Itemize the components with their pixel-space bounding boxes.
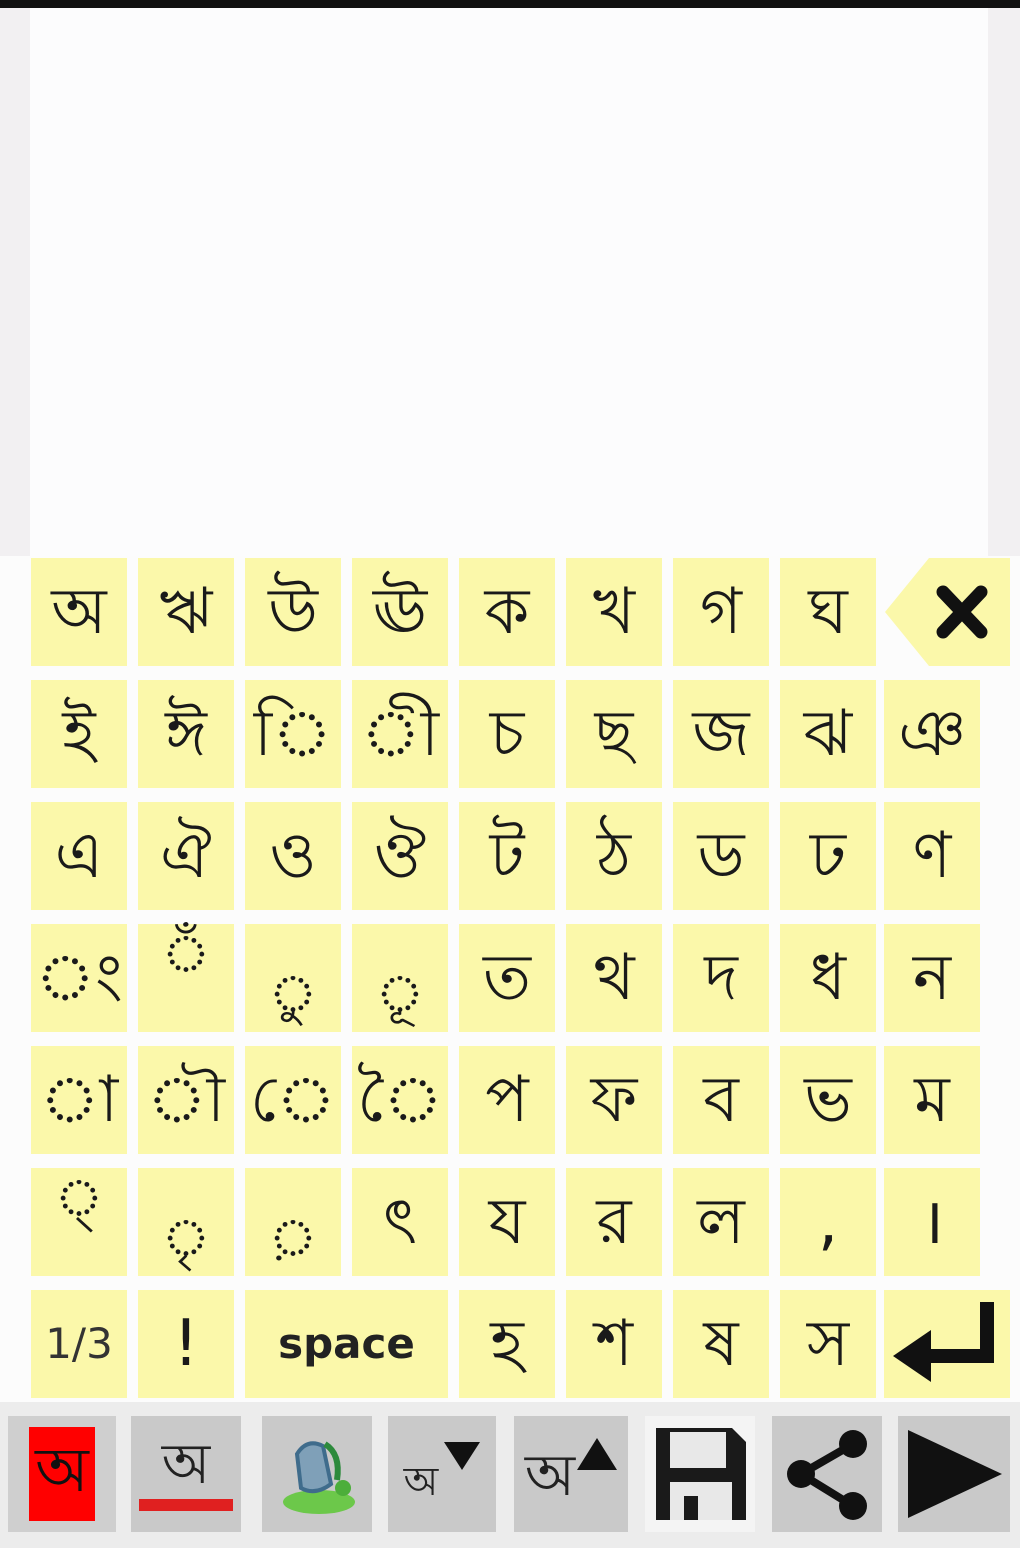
- key[interactable]: থ: [566, 924, 662, 1032]
- key[interactable]: ী: [352, 680, 448, 788]
- key[interactable]: ই: [31, 680, 127, 788]
- text-color-label: অ: [161, 1432, 211, 1497]
- key[interactable]: ঁ: [138, 924, 234, 1032]
- key[interactable]: ং: [31, 924, 127, 1032]
- key[interactable]: ৃ: [138, 1168, 234, 1276]
- key[interactable]: চ: [459, 680, 555, 788]
- bangla-toggle-button[interactable]: অ: [8, 1416, 116, 1532]
- key[interactable]: ট: [459, 802, 555, 910]
- space-key[interactable]: space: [245, 1290, 448, 1398]
- bangla-keyboard: অ ঋ উ ঊ ক খ গ ঘ ই ঈ ি ী চ ছ জ ঝ ঞ এ ঐ ও …: [0, 556, 1020, 1402]
- key[interactable]: শ: [566, 1290, 662, 1398]
- font-size-down-button[interactable]: অ: [388, 1416, 496, 1532]
- key[interactable]: ড: [673, 802, 769, 910]
- key[interactable]: ফ: [566, 1046, 662, 1154]
- key[interactable]: ণ: [884, 802, 980, 910]
- key[interactable]: ম: [884, 1046, 980, 1154]
- key[interactable]: প: [459, 1046, 555, 1154]
- key[interactable]: ূ: [352, 924, 448, 1032]
- key[interactable]: ত: [459, 924, 555, 1032]
- font-size-up-label: অ: [524, 1440, 576, 1509]
- key[interactable]: ু: [245, 924, 341, 1032]
- key[interactable]: ্: [31, 1168, 127, 1276]
- font-size-down-label: অ: [403, 1458, 439, 1505]
- save-icon: [656, 1428, 746, 1520]
- key[interactable]: এ: [31, 802, 127, 910]
- paint-bucket-icon: [283, 1441, 355, 1514]
- key[interactable]: ৎ: [352, 1168, 448, 1276]
- key[interactable]: দ: [673, 924, 769, 1032]
- key[interactable]: ঋ: [138, 558, 234, 666]
- key[interactable]: জ: [673, 680, 769, 788]
- key[interactable]: ধ: [780, 924, 876, 1032]
- backspace-key[interactable]: [885, 558, 1010, 666]
- paint-button[interactable]: [262, 1416, 372, 1532]
- next-button[interactable]: [898, 1416, 1010, 1532]
- bangla-toggle-label: অ: [29, 1427, 95, 1521]
- key[interactable]: হ: [459, 1290, 555, 1398]
- key[interactable]: য: [459, 1168, 555, 1276]
- play-arrow-icon: [908, 1430, 1002, 1518]
- key[interactable]: ।: [884, 1168, 980, 1276]
- key[interactable]: ,: [780, 1168, 876, 1276]
- backspace-icon: [885, 558, 1010, 666]
- key[interactable]: ন: [884, 924, 980, 1032]
- key[interactable]: ঐ: [138, 802, 234, 910]
- key[interactable]: উ: [245, 558, 341, 666]
- key[interactable]: ক: [459, 558, 555, 666]
- key[interactable]: খ: [566, 558, 662, 666]
- key[interactable]: র: [566, 1168, 662, 1276]
- key[interactable]: ঔ: [352, 802, 448, 910]
- key[interactable]: ঘ: [780, 558, 876, 666]
- key[interactable]: ও: [245, 802, 341, 910]
- key[interactable]: ়: [245, 1168, 341, 1276]
- page-toggle-key[interactable]: 1/3: [31, 1290, 127, 1398]
- triangle-down-icon: [444, 1442, 481, 1470]
- key[interactable]: ঊ: [352, 558, 448, 666]
- share-icon: [787, 1430, 867, 1520]
- key[interactable]: ল: [673, 1168, 769, 1276]
- key[interactable]: ঞ: [884, 680, 980, 788]
- text-editor[interactable]: [30, 8, 988, 556]
- enter-icon: [893, 1302, 994, 1382]
- key[interactable]: ছ: [566, 680, 662, 788]
- bottom-toolbar: অ অ অ অ: [0, 1402, 1020, 1548]
- key[interactable]: ি: [245, 680, 341, 788]
- key[interactable]: ব: [673, 1046, 769, 1154]
- share-button[interactable]: [772, 1416, 882, 1532]
- key[interactable]: ষ: [673, 1290, 769, 1398]
- key[interactable]: !: [138, 1290, 234, 1398]
- key[interactable]: গ: [673, 558, 769, 666]
- font-size-up-button[interactable]: অ: [514, 1416, 628, 1532]
- key[interactable]: ৈ: [352, 1046, 448, 1154]
- key[interactable]: ৗ: [138, 1046, 234, 1154]
- key[interactable]: া: [31, 1046, 127, 1154]
- key[interactable]: ঢ: [780, 802, 876, 910]
- save-button[interactable]: [645, 1416, 755, 1532]
- key[interactable]: স: [780, 1290, 876, 1398]
- key[interactable]: ভ: [780, 1046, 876, 1154]
- key[interactable]: ঈ: [138, 680, 234, 788]
- text-color-button[interactable]: অ: [131, 1416, 241, 1532]
- status-bar: [0, 0, 1020, 8]
- key[interactable]: ঠ: [566, 802, 662, 910]
- triangle-up-icon: [577, 1438, 618, 1470]
- key[interactable]: অ: [31, 558, 127, 666]
- color-underline: [139, 1499, 233, 1511]
- enter-key[interactable]: [884, 1290, 1010, 1398]
- key[interactable]: ঝ: [780, 680, 876, 788]
- key[interactable]: ে: [245, 1046, 341, 1154]
